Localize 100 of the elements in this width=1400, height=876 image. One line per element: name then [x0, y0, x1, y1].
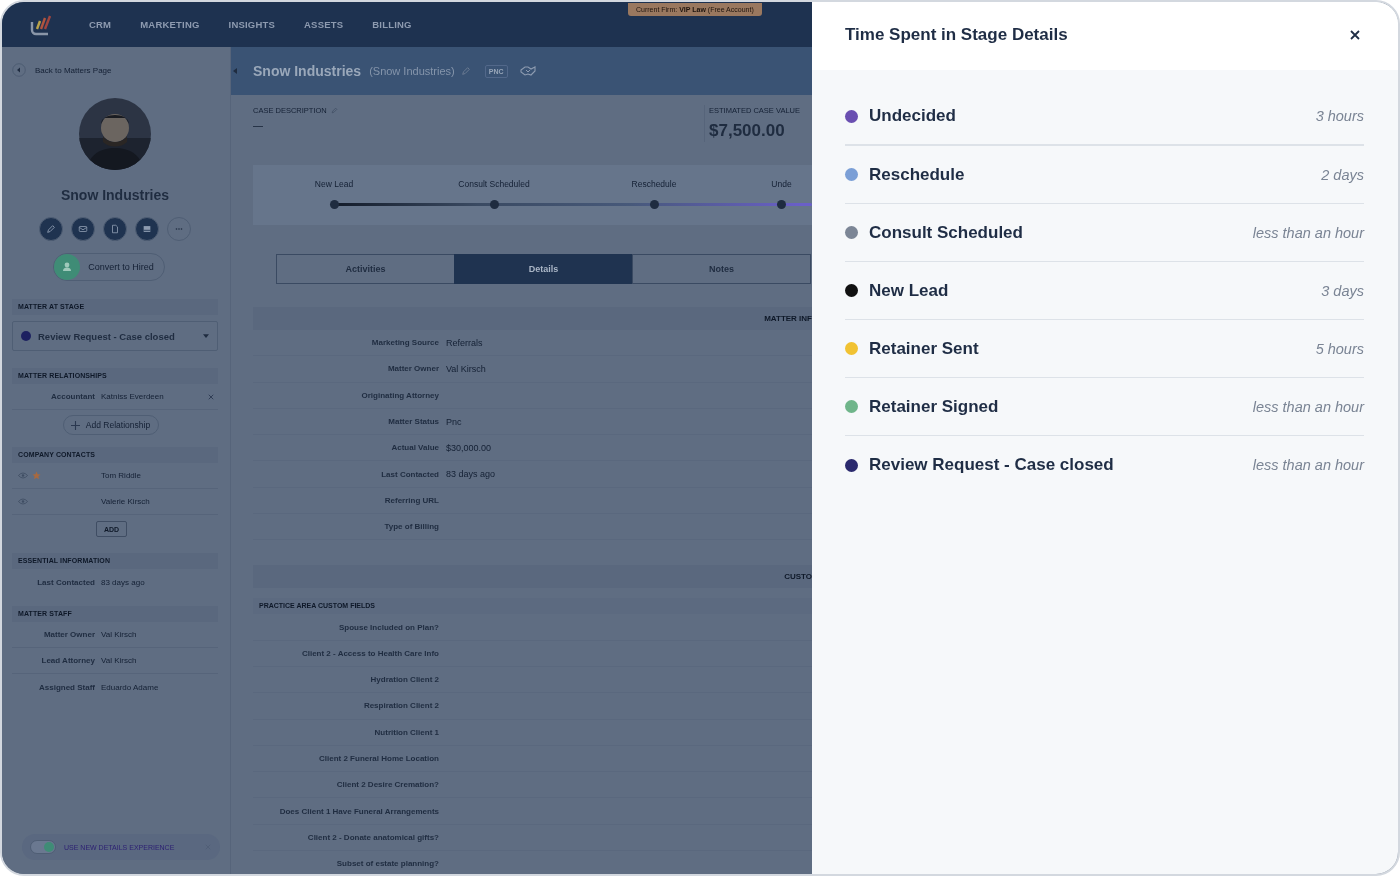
pencil-icon[interactable] — [460, 66, 471, 76]
stage-name: Review Request - Case closed — [869, 455, 1115, 475]
stage-label: New Lead — [314, 179, 354, 191]
pencil-icon — [46, 224, 56, 234]
stage-name: Undecided — [869, 106, 957, 126]
field-label: Referring URL — [383, 495, 439, 505]
stage-label: Reschedule — [631, 179, 677, 191]
field-value: Pnc — [446, 416, 462, 427]
panel-title: Time Spent in Stage Details — [845, 25, 1069, 45]
tab[interactable]: Notes — [632, 254, 811, 284]
contact-name[interactable]: Tom Riddle — [101, 471, 218, 480]
field-label: Does Client 1 Have Funeral Arrangements — [278, 806, 439, 816]
matter-title: Snow Industries — [253, 63, 362, 79]
relationship-name: Katniss Everdeen — [101, 392, 165, 401]
collapse-icon[interactable] — [233, 68, 237, 74]
email-button[interactable] — [71, 217, 95, 241]
field-value: Val Kirsch — [101, 656, 138, 665]
field-label: Matter Status — [387, 417, 439, 427]
nav-link[interactable]: MARKETING — [140, 19, 200, 30]
field-label: Subset of estate planning? — [335, 859, 439, 869]
field-label: Marketing Source — [370, 338, 439, 348]
star-icon[interactable] — [32, 471, 41, 480]
stage-name: Consult Scheduled — [869, 222, 1024, 243]
nav-link[interactable]: BILLING — [372, 19, 412, 30]
stage-duration: 3 days — [1321, 282, 1364, 299]
relationship-role: Accountant — [50, 392, 95, 401]
estimated-value: $7,500.00 — [709, 121, 786, 141]
card-icon — [142, 224, 152, 234]
nav-link[interactable]: INSIGHTS — [228, 19, 276, 30]
stage-name: Retainer Signed — [869, 396, 1000, 417]
field-label: Type of Billing — [383, 522, 439, 532]
stage-name: Retainer Sent — [869, 338, 980, 359]
plus-icon — [70, 420, 80, 430]
stage-dot[interactable] — [777, 200, 786, 209]
edit-button[interactable] — [39, 217, 63, 241]
add-relationship-button[interactable]: Add Relationship — [62, 415, 160, 435]
document-icon — [110, 224, 120, 234]
stage-dot — [21, 331, 31, 341]
back-icon[interactable] — [12, 63, 26, 77]
field-label: Actual Value — [390, 443, 439, 453]
field-label: Client 2 - Access to Health Care Info — [300, 648, 439, 658]
field-label: Spouse Included on Plan? — [338, 622, 439, 632]
envelope-icon — [78, 224, 88, 234]
field-value: 83 days ago — [446, 469, 496, 480]
field-label: Hydration Client 2 — [369, 675, 439, 685]
field-label: Matter Owner — [42, 630, 95, 639]
field-label: Nutrition Client 1 — [373, 727, 439, 737]
stage-name: Reschedule — [869, 164, 966, 185]
field-label: Respiration Client 2 — [362, 701, 439, 711]
field-value: Referrals — [446, 337, 483, 348]
stage-dot[interactable] — [649, 200, 659, 209]
nav-link[interactable]: ASSETS — [304, 19, 344, 30]
close-icon[interactable] — [1350, 30, 1360, 40]
contact-name[interactable]: Valerie Kirsch — [101, 497, 218, 506]
caret-icon — [203, 334, 209, 338]
stage-duration: less than an hour — [1252, 398, 1364, 415]
handshake-icon[interactable] — [519, 65, 536, 77]
field-label: Last Contacted — [36, 577, 95, 587]
field-label: Client 2 - Donate anatomical gifts? — [306, 832, 439, 842]
tab[interactable]: Activities — [276, 254, 455, 284]
matter-name: Snow Industries — [59, 186, 171, 205]
eye-icon[interactable] — [18, 472, 28, 479]
field-label: Client 2 Desire Cremation? — [335, 780, 439, 790]
stage-duration: less than an hour — [1252, 224, 1364, 241]
stage-dot[interactable] — [329, 200, 339, 209]
convert-button[interactable]: Convert to Hired — [53, 253, 165, 281]
stage-name: New Lead — [869, 280, 950, 301]
stage-duration: less than an hour — [1252, 457, 1364, 473]
pencil-icon[interactable] — [330, 107, 338, 114]
field-value: 83 days ago — [101, 577, 146, 587]
stage-label: Unde — [771, 179, 792, 191]
field-label: Matter Owner — [386, 364, 439, 374]
stage-dropdown[interactable]: Review Request - Case closed — [12, 321, 218, 351]
document-button[interactable] — [103, 217, 127, 241]
field-label: Assigned Staff — [38, 682, 95, 692]
stage-duration: 5 hours — [1315, 340, 1364, 357]
field-value: Val Kirsch — [446, 363, 486, 374]
person-icon — [54, 254, 81, 280]
section-header: CUSTO — [253, 565, 812, 589]
field-value: $30,000.00 — [446, 442, 492, 453]
stage-dot[interactable] — [489, 200, 499, 209]
matter-subtitle: (Snow Industries) — [369, 65, 455, 77]
case-description-value: — — [253, 120, 264, 131]
field-value: Eduardo Adame — [101, 682, 160, 692]
card-button[interactable] — [135, 217, 159, 241]
field-label: Lead Attorney — [40, 656, 95, 665]
field-label: Last Contacted — [380, 469, 439, 479]
tab[interactable]: Details — [454, 254, 633, 284]
field-label: Originating Attorney — [360, 390, 439, 400]
nav-link[interactable]: CRM — [89, 19, 112, 30]
logo-icon[interactable] — [29, 13, 53, 36]
toggle-switch[interactable] — [30, 840, 56, 854]
stage-duration: 3 hours — [1315, 108, 1364, 124]
stage-duration: 2 days — [1321, 166, 1364, 183]
remove-icon[interactable] — [208, 393, 214, 400]
field-label: Client 2 Funeral Home Location — [318, 754, 439, 763]
stage-label: Consult Scheduled — [458, 179, 530, 191]
eye-icon[interactable] — [18, 498, 28, 505]
field-value: Val Kirsch — [101, 630, 138, 639]
section-header: MATTER INF — [253, 307, 812, 330]
